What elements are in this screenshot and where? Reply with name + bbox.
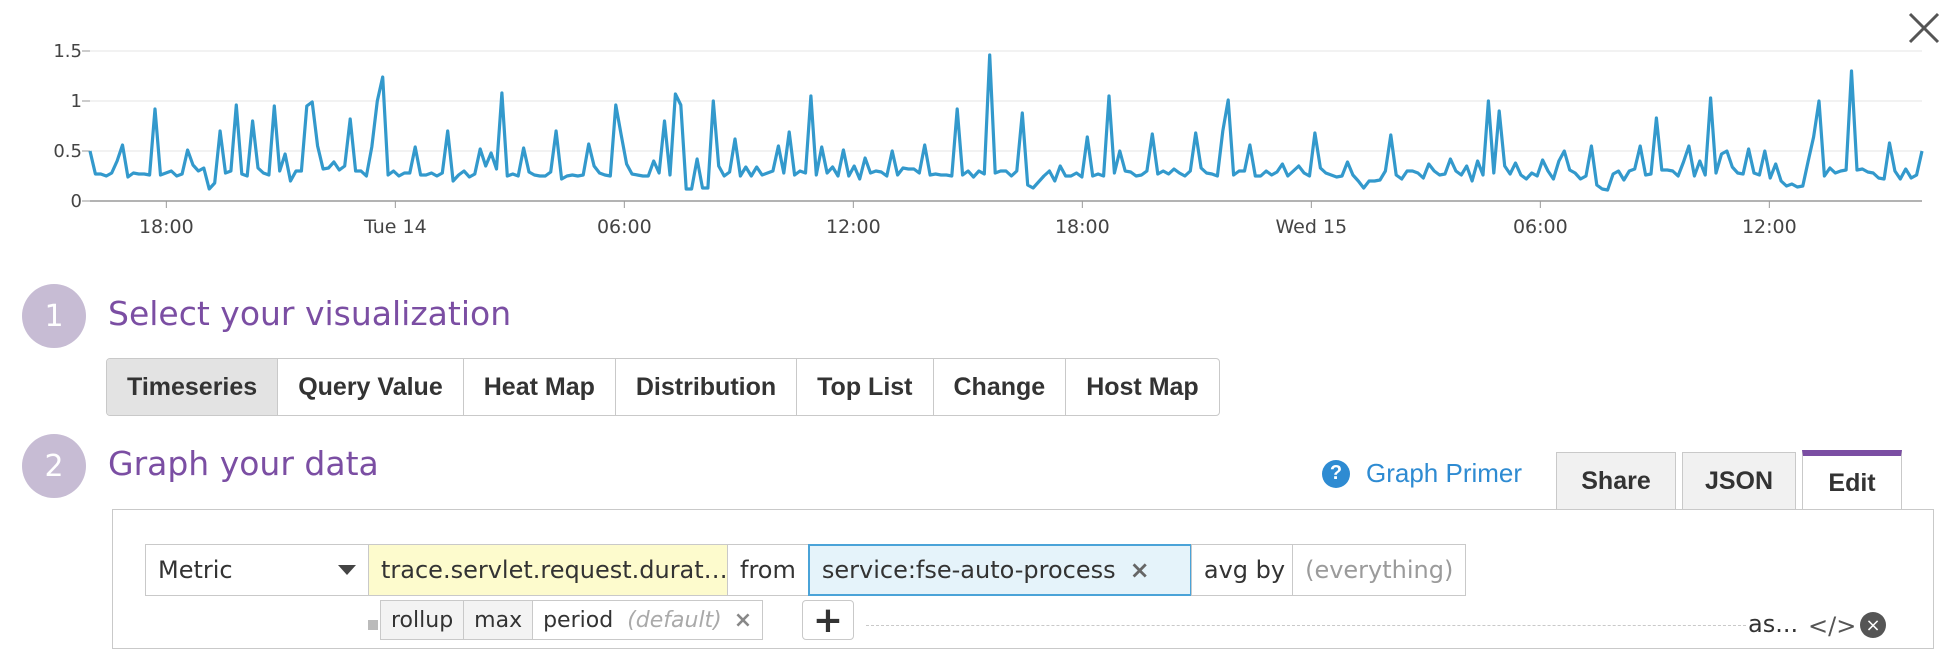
x-tick-label: 06:00 [1513, 216, 1568, 238]
series-line [88, 53, 1924, 192]
query-row: Metric trace.servlet.request.durat… from… [145, 544, 1467, 596]
chart-grid [82, 50, 1922, 202]
rollup-label: rollup [391, 607, 454, 633]
caret-down-icon [338, 565, 356, 575]
viz-tab-host-map[interactable]: Host Map [1066, 359, 1219, 415]
y-tick-label: 0 [71, 191, 82, 212]
rollup-max[interactable]: max [463, 600, 534, 640]
scope-tag: service:fse-auto-process [821, 556, 1116, 584]
viz-tab-top-list[interactable]: Top List [797, 359, 934, 415]
period-label: period [543, 607, 614, 633]
y-tick-label: 1.5 [53, 41, 82, 62]
plus-icon: + [812, 599, 844, 641]
tab-json[interactable]: JSON [1682, 452, 1796, 510]
divider [866, 625, 1746, 626]
scope-input[interactable]: service:fse-auto-process × [807, 544, 1192, 596]
tab-edit[interactable]: Edit [1802, 450, 1902, 510]
step-2-badge: 2 [22, 434, 86, 498]
from-label: from [727, 544, 809, 596]
x-tick-label: Wed 15 [1276, 216, 1348, 238]
source-select-value: Metric [158, 556, 233, 584]
source-select[interactable]: Metric [145, 544, 369, 596]
remove-circle-icon[interactable]: × [1860, 612, 1886, 638]
graph-primer-link[interactable]: ? Graph Primer [1322, 458, 1522, 489]
timeseries-chart: 0 0.5 1 1.5 18:00 Tue 14 06:00 12:00 18:00 Wed 1… [53, 41, 1924, 238]
step-2-title: Graph your data [108, 444, 379, 483]
visualization-tabs: Timeseries Query Value Heat Map Distribu… [106, 358, 1220, 416]
viz-tab-heat-map[interactable]: Heat Map [464, 359, 616, 415]
viz-tab-change[interactable]: Change [934, 359, 1067, 415]
viz-tab-query-value[interactable]: Query Value [278, 359, 464, 415]
step-1-badge: 1 [22, 284, 86, 348]
x-tick-label: 12:00 [1742, 216, 1797, 238]
x-axis-ticks: 18:00 Tue 14 06:00 12:00 18:00 Wed 15 06:00 12:… [139, 201, 1797, 238]
group-by-input[interactable]: (everything) [1292, 544, 1467, 596]
rollup-period[interactable]: period (default) × [532, 600, 764, 640]
y-tick-label: 1 [71, 91, 82, 112]
y-tick-label: 0.5 [53, 141, 82, 162]
rollup-function[interactable]: rollup [380, 600, 465, 640]
code-icon[interactable]: </> [1808, 612, 1856, 640]
graph-primer-label: Graph Primer [1366, 458, 1523, 488]
tab-share[interactable]: Share [1556, 452, 1676, 510]
x-tick-label: Tue 14 [363, 216, 427, 238]
viz-tab-timeseries[interactable]: Timeseries [107, 359, 279, 415]
x-tick-label: 06:00 [597, 216, 652, 238]
add-function-button[interactable]: + [802, 599, 854, 641]
remove-tag-icon[interactable]: × [1130, 556, 1150, 584]
question-circle-icon: ? [1322, 459, 1350, 488]
x-tick-label: 12:00 [826, 216, 881, 238]
x-tick-label: 18:00 [139, 216, 194, 238]
step-1-title: Select your visualization [108, 294, 512, 333]
y-axis-ticks: 0 0.5 1 1.5 [53, 41, 82, 212]
remove-function-icon[interactable]: × [734, 608, 752, 633]
metric-name-input[interactable]: trace.servlet.request.durat… [368, 544, 728, 596]
viz-tab-distribution[interactable]: Distribution [616, 359, 798, 415]
x-tick-label: 18:00 [1055, 216, 1110, 238]
avg-by-label: avg by [1190, 544, 1294, 596]
period-default: (default) [627, 607, 722, 633]
function-row: rollup max period (default) × [372, 600, 764, 640]
